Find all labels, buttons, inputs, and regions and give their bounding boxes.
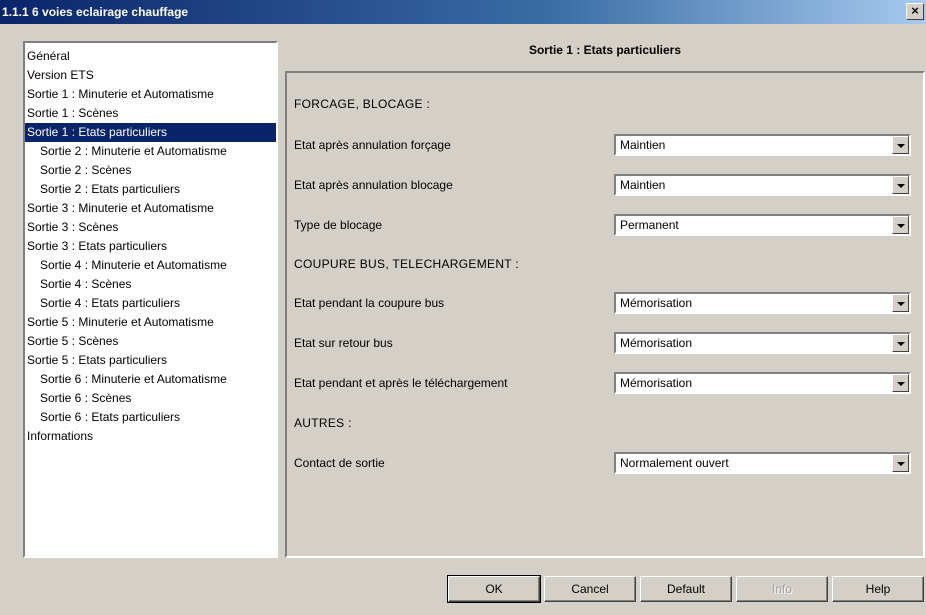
- tree-item[interactable]: Sortie 2 : Minuterie et Automatisme: [25, 142, 276, 161]
- dropdown-arrow-icon[interactable]: [892, 374, 909, 392]
- ok-button[interactable]: OK: [447, 575, 541, 603]
- section-autres: AUTRES :: [294, 416, 352, 430]
- tree-item[interactable]: Sortie 2 : Etats particuliers: [25, 180, 276, 199]
- select-value: Mémorisation: [620, 296, 693, 310]
- tree-item[interactable]: Sortie 3 : Scènes: [25, 218, 276, 237]
- label-etat-sur-retour-bus: Etat sur retour bus: [294, 336, 393, 350]
- tree-item[interactable]: Sortie 5 : Scènes: [25, 332, 276, 351]
- dropdown-arrow-icon[interactable]: [892, 454, 909, 472]
- tree-item[interactable]: Sortie 1 : Etats particuliers: [25, 123, 276, 142]
- tree-item[interactable]: Sortie 6 : Minuterie et Automatisme: [25, 370, 276, 389]
- dropdown-arrow-icon[interactable]: [892, 216, 909, 234]
- tree-item[interactable]: Sortie 3 : Minuterie et Automatisme: [25, 199, 276, 218]
- select-value: Mémorisation: [620, 336, 693, 350]
- dropdown-arrow-icon[interactable]: [892, 136, 909, 154]
- tree-item[interactable]: Sortie 1 : Scènes: [25, 104, 276, 123]
- tree-item[interactable]: Sortie 6 : Etats particuliers: [25, 408, 276, 427]
- help-button[interactable]: Help: [832, 576, 924, 602]
- select-value: Normalement ouvert: [620, 456, 729, 470]
- select-etat-apres-annulation-blocage[interactable]: Maintien: [614, 174, 911, 196]
- label-etat-apres-annulation-forcage: Etat après annulation forçage: [294, 138, 451, 152]
- select-contact-de-sortie[interactable]: Normalement ouvert: [614, 452, 911, 474]
- tree-item[interactable]: Sortie 4 : Etats particuliers: [25, 294, 276, 313]
- close-icon: ×: [911, 3, 919, 18]
- dialog-window: 1.1.1 6 voies eclairage chauffage × Géné…: [0, 0, 926, 615]
- select-etat-apres-annulation-forcage[interactable]: Maintien: [614, 134, 911, 156]
- tree-item[interactable]: Informations: [25, 427, 276, 446]
- tree-item[interactable]: Sortie 4 : Minuterie et Automatisme: [25, 256, 276, 275]
- label-type-de-blocage: Type de blocage: [294, 218, 383, 232]
- title-bar[interactable]: 1.1.1 6 voies eclairage chauffage ×: [0, 0, 926, 24]
- select-value: Permanent: [620, 218, 679, 232]
- tree-item[interactable]: Sortie 2 : Scènes: [25, 161, 276, 180]
- cancel-button[interactable]: Cancel: [544, 576, 636, 602]
- dropdown-arrow-icon[interactable]: [892, 294, 909, 312]
- label-etat-apres-annulation-blocage: Etat après annulation blocage: [294, 178, 453, 192]
- parameter-tree[interactable]: Général Version ETS Sortie 1 : Minuterie e…: [23, 41, 278, 558]
- section-forcage-blocage: FORCAGE, BLOCAGE :: [294, 97, 431, 111]
- window-title: 1.1.1 6 voies eclairage chauffage: [2, 5, 189, 19]
- select-type-de-blocage[interactable]: Permanent: [614, 214, 911, 236]
- info-button: Info: [736, 576, 828, 602]
- select-etat-pendant-telechargement[interactable]: Mémorisation: [614, 372, 911, 394]
- label-etat-pendant-coupure-bus: Etat pendant la coupure bus: [294, 296, 445, 310]
- tree-item[interactable]: Sortie 5 : Etats particuliers: [25, 351, 276, 370]
- label-etat-pendant-telechargement: Etat pendant et après le téléchargement: [294, 376, 508, 390]
- dropdown-arrow-icon[interactable]: [892, 176, 909, 194]
- section-coupure-bus: COUPURE BUS, TELECHARGEMENT :: [294, 257, 519, 271]
- label-contact-de-sortie: Contact de sortie: [294, 456, 385, 470]
- tree-item[interactable]: Sortie 4 : Scènes: [25, 275, 276, 294]
- dropdown-arrow-icon[interactable]: [892, 334, 909, 352]
- tree-item[interactable]: Sortie 1 : Minuterie et Automatisme: [25, 85, 276, 104]
- default-button[interactable]: Default: [640, 576, 732, 602]
- tree-item[interactable]: Sortie 6 : Scènes: [25, 389, 276, 408]
- panel-title: Sortie 1 : Etats particuliers: [528, 43, 682, 57]
- tree-item[interactable]: Version ETS: [25, 66, 276, 85]
- select-value: Maintien: [620, 178, 666, 192]
- select-value: Mémorisation: [620, 376, 693, 390]
- select-etat-sur-retour-bus[interactable]: Mémorisation: [614, 332, 911, 354]
- tree-item[interactable]: Sortie 5 : Minuterie et Automatisme: [25, 313, 276, 332]
- tree-item[interactable]: Général: [25, 47, 276, 66]
- select-etat-pendant-coupure-bus[interactable]: Mémorisation: [614, 292, 911, 314]
- close-button[interactable]: ×: [906, 3, 924, 20]
- select-value: Maintien: [620, 138, 666, 152]
- tree-item[interactable]: Sortie 3 : Etats particuliers: [25, 237, 276, 256]
